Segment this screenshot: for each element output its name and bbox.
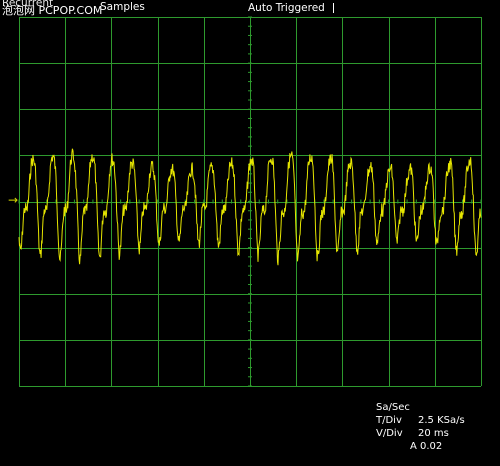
samples-label: Samples	[100, 1, 145, 13]
time-div-value: 20 ms	[418, 428, 449, 439]
oscilloscope-screen: 泡泡网 PCPOP.COM Recurrent Samples Auto Tri…	[0, 0, 500, 452]
trigger-status: Auto Triggered	[248, 2, 325, 14]
volt-div-value: A 0.02	[410, 441, 443, 452]
mode-label: Recurrent	[2, 0, 54, 9]
volt-div-row: V/Div A 0.02	[376, 414, 496, 452]
cursor-bar	[333, 3, 334, 13]
sample-rate-row: Sa/Sec 2.5 KSa/s	[376, 388, 496, 426]
waveform-plot	[18, 16, 482, 387]
status-bar: 泡泡网 PCPOP.COM Recurrent Samples Auto Tri…	[0, 0, 500, 17]
arrow-right-icon: →	[8, 193, 19, 207]
volt-div-label: V/Div	[376, 428, 403, 439]
time-div-row: T/Div 20 ms	[376, 401, 496, 439]
measurement-readout: Sa/Sec 2.5 KSa/s T/Div 20 ms V/Div A 0.0…	[376, 388, 496, 452]
graticule	[18, 16, 482, 387]
